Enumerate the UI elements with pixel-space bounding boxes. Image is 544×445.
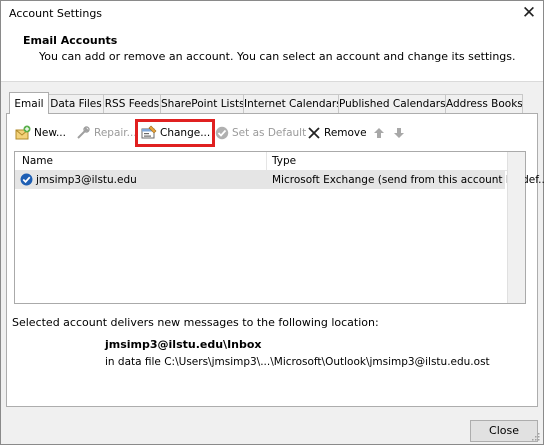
table-row[interactable]: jmsimp3@ilstu.edu Microsoft Exchange (se… (15, 171, 544, 189)
tab-sharepoint-lists[interactable]: SharePoint Lists (160, 94, 244, 114)
new-button-label: New... (34, 127, 66, 139)
new-button[interactable]: New... (15, 123, 66, 143)
remove-x-icon (307, 126, 321, 140)
account-type: Microsoft Exchange (send from this accou… (272, 174, 544, 186)
account-settings-window: Account Settings ✕ Email Accounts You ca… (0, 0, 544, 445)
accounts-list: Name Type jmsimp3@ilstu.edu Microsoft Ex… (14, 151, 544, 304)
delivery-data-file: in data file C:\Users\jmsimp3\...\Micros… (105, 356, 490, 368)
delivery-folder-path: jmsimp3@ilstu.edu\Inbox (105, 338, 262, 351)
set-as-default-label: Set as Default (232, 127, 307, 139)
column-separator[interactable] (266, 152, 267, 170)
remove-button-label: Remove (324, 127, 367, 139)
vertical-scrollbar[interactable] (507, 152, 525, 303)
set-as-default-button[interactable]: Set as Default (215, 123, 306, 143)
new-account-icon (15, 125, 31, 141)
tab-data-files[interactable]: Data Files (48, 94, 104, 114)
account-toolbar: New... Repair... Change... Set as Defaul… (13, 119, 533, 147)
accounts-list-header: Name Type (15, 152, 525, 171)
repair-button[interactable]: Repair... (75, 123, 137, 143)
title-bar: Account Settings ✕ (1, 1, 543, 25)
move-down-button[interactable] (393, 123, 405, 143)
move-up-button[interactable] (373, 123, 385, 143)
email-tab-panel: New... Repair... Change... Set as Defaul… (6, 113, 544, 407)
tab-address-books[interactable]: Address Books (445, 94, 523, 114)
header-title: Email Accounts (23, 34, 118, 47)
default-account-check-icon (20, 173, 33, 186)
column-header-type[interactable]: Type (272, 155, 296, 167)
tab-email[interactable]: Email (9, 92, 49, 114)
close-window-icon[interactable]: ✕ (519, 3, 539, 23)
set-default-check-icon (215, 126, 229, 140)
delivery-location-label: Selected account delivers new messages t… (12, 316, 379, 329)
column-header-name[interactable]: Name (22, 155, 53, 167)
window-title: Account Settings (9, 7, 103, 20)
header-description: You can add or remove an account. You ca… (39, 50, 516, 63)
account-name: jmsimp3@ilstu.edu (36, 174, 137, 186)
tab-published-calendars[interactable]: Published Calendars (338, 94, 446, 114)
header-panel: Email Accounts You can add or remove an … (1, 25, 543, 82)
close-button[interactable]: Close (470, 420, 538, 442)
tab-internet-calendars[interactable]: Internet Calendars (243, 94, 339, 114)
tab-rss-feeds[interactable]: RSS Feeds (103, 94, 161, 114)
repair-icon (75, 125, 91, 141)
arrow-down-icon (393, 127, 405, 139)
change-highlight-box (135, 119, 215, 147)
resize-grip[interactable] (530, 431, 540, 441)
remove-button[interactable]: Remove (307, 123, 367, 143)
repair-button-label: Repair... (94, 127, 137, 139)
arrow-up-icon (373, 127, 385, 139)
